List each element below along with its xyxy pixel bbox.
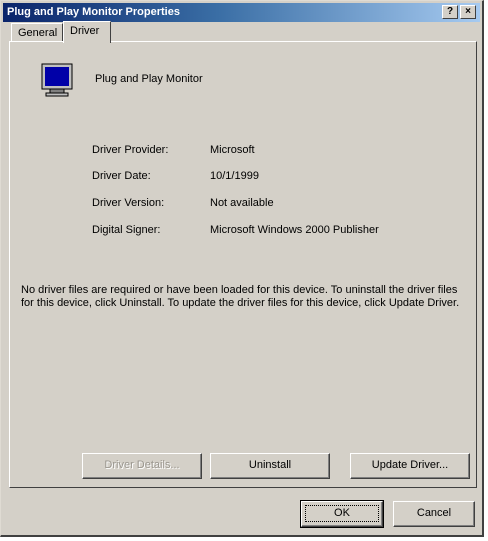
cancel-label: Cancel xyxy=(416,507,452,519)
driver-version-value: Not available xyxy=(210,197,274,209)
tab-driver[interactable]: Driver xyxy=(63,21,111,43)
cancel-button[interactable]: Cancel xyxy=(393,501,475,527)
driver-date-label: Driver Date: xyxy=(92,170,151,182)
uninstall-button[interactable]: Uninstall xyxy=(210,453,330,479)
driver-tab-panel: Plug and Play Monitor Driver Provider: M… xyxy=(9,41,477,488)
ok-label: OK xyxy=(302,502,382,525)
close-icon: × xyxy=(465,6,471,17)
device-name: Plug and Play Monitor xyxy=(95,73,203,85)
driver-provider-value: Microsoft xyxy=(210,144,255,156)
tab-driver-label: Driver xyxy=(70,25,100,37)
tab-general-label: General xyxy=(18,27,58,39)
ok-button[interactable]: OK xyxy=(300,500,384,528)
monitor-icon xyxy=(41,63,73,97)
window-title: Plug and Play Monitor Properties xyxy=(7,6,180,18)
properties-dialog: Plug and Play Monitor Properties ? × Gen… xyxy=(0,0,484,537)
title-bar[interactable]: Plug and Play Monitor Properties ? × xyxy=(3,3,480,22)
close-button[interactable]: × xyxy=(460,5,476,19)
driver-note: No driver files are required or have bee… xyxy=(21,284,460,309)
driver-version-label: Driver Version: xyxy=(92,197,165,209)
driver-details-button[interactable]: Driver Details... xyxy=(82,453,202,479)
update-driver-button[interactable]: Update Driver... xyxy=(350,453,470,479)
driver-date-value: 10/1/1999 xyxy=(210,170,259,182)
driver-provider-label: Driver Provider: xyxy=(92,144,169,156)
help-icon: ? xyxy=(446,6,454,17)
driver-details-label: Driver Details... xyxy=(104,459,180,471)
help-button[interactable]: ? xyxy=(442,5,458,19)
digital-signer-label: Digital Signer: xyxy=(92,224,161,236)
uninstall-label: Uninstall xyxy=(248,459,292,471)
tab-general[interactable]: General xyxy=(11,23,63,42)
digital-signer-value: Microsoft Windows 2000 Publisher xyxy=(210,224,379,236)
update-driver-label: Update Driver... xyxy=(371,459,449,471)
